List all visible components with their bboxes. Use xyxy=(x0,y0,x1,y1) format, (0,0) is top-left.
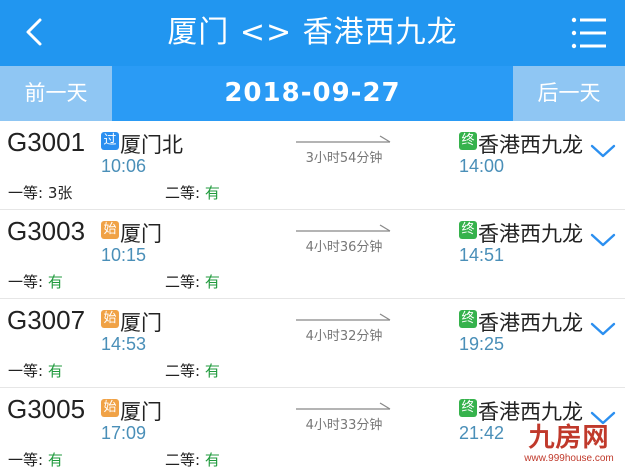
list-menu-icon xyxy=(571,17,606,49)
train-number: G3005 xyxy=(7,394,86,424)
terminal-station-badge: 终 xyxy=(459,221,477,239)
arrival-time: 14:00 xyxy=(459,156,505,176)
second-class-seats: 二等: 有 xyxy=(165,449,220,470)
arrow-right-icon xyxy=(296,135,391,143)
first-class-availability: 有 xyxy=(47,273,63,291)
terminal-station-badge: 终 xyxy=(459,132,477,150)
arrival-time: 19:25 xyxy=(459,334,505,354)
arrow-right-icon xyxy=(296,224,391,232)
second-class-label: 二等: xyxy=(165,184,201,202)
first-class-label: 一等: xyxy=(8,184,44,202)
second-class-label: 二等: xyxy=(165,451,201,469)
menu-button[interactable] xyxy=(569,14,609,52)
watermark-logo: 九房网 www.999house.com xyxy=(519,423,619,467)
arrival-station: 香港西九龙 xyxy=(478,400,583,424)
origin-station-badge: 始 xyxy=(101,310,119,328)
arrow-right-icon xyxy=(296,402,391,410)
arrival-station: 香港西九龙 xyxy=(478,222,583,246)
pass-station-badge: 过 xyxy=(101,132,119,150)
first-class-seats: 一等: 有 xyxy=(8,271,63,292)
first-class-seats: 一等: 3张 xyxy=(8,182,72,203)
date-bar: 前一天 2018-09-27 后一天 xyxy=(0,66,625,121)
prev-day-button[interactable]: 前一天 xyxy=(0,66,112,121)
second-class-label: 二等: xyxy=(165,273,201,291)
first-class-label: 一等: xyxy=(8,451,44,469)
departure-time: 10:15 xyxy=(101,245,147,265)
second-class-seats: 二等: 有 xyxy=(165,360,220,381)
departure-station: 厦门北 xyxy=(120,133,183,157)
arrival-station: 香港西九龙 xyxy=(478,311,583,335)
app-header: 厦门 <> 香港西九龙 xyxy=(0,0,625,66)
travel-duration: 4小时32分钟 xyxy=(305,329,383,344)
watermark-url: www.999house.com xyxy=(524,453,614,464)
origin-station-badge: 始 xyxy=(101,221,119,239)
first-class-availability: 有 xyxy=(47,362,63,380)
travel-duration: 4小时33分钟 xyxy=(305,418,383,433)
arrow-right-icon xyxy=(296,313,391,321)
arrival-time: 14:51 xyxy=(459,245,505,265)
second-class-seats: 二等: 有 xyxy=(165,271,220,292)
arrival-time: 21:42 xyxy=(459,423,505,443)
departure-time: 14:53 xyxy=(101,334,147,354)
first-class-availability: 3张 xyxy=(47,184,73,202)
second-class-seats: 二等: 有 xyxy=(165,182,220,203)
arrival-station: 香港西九龙 xyxy=(478,133,583,157)
page-title: 厦门 <> 香港西九龙 xyxy=(167,15,458,50)
selected-date[interactable]: 2018-09-27 xyxy=(112,66,513,121)
train-row[interactable]: G3001 过 厦门北 10:06 3小时54分钟 终 香港西九龙 14:00 … xyxy=(0,121,625,210)
first-class-seats: 一等: 有 xyxy=(8,449,63,470)
next-day-button[interactable]: 后一天 xyxy=(513,66,625,121)
second-class-availability: 有 xyxy=(204,362,220,380)
terminal-station-badge: 终 xyxy=(459,310,477,328)
departure-time: 10:06 xyxy=(101,156,147,176)
first-class-availability: 有 xyxy=(47,451,63,469)
first-class-label: 一等: xyxy=(8,362,44,380)
train-number: G3001 xyxy=(7,127,86,157)
departure-station: 厦门 xyxy=(120,311,162,335)
second-class-availability: 有 xyxy=(204,451,220,469)
train-row[interactable]: G3007 始 厦门 14:53 4小时32分钟 终 香港西九龙 19:25 一… xyxy=(0,299,625,388)
travel-duration: 3小时54分钟 xyxy=(305,151,383,166)
departure-station: 厦门 xyxy=(120,222,162,246)
second-class-availability: 有 xyxy=(204,184,220,202)
train-number: G3007 xyxy=(7,305,86,335)
second-class-availability: 有 xyxy=(204,273,220,291)
departure-station: 厦门 xyxy=(120,400,162,424)
watermark-logo-text: 九房网 xyxy=(528,423,610,453)
terminal-station-badge: 终 xyxy=(459,399,477,417)
chevron-down-icon[interactable] xyxy=(590,321,616,337)
travel-duration: 4小时36分钟 xyxy=(305,240,383,255)
train-number: G3003 xyxy=(7,216,86,246)
chevron-down-icon[interactable] xyxy=(590,143,616,159)
origin-station-badge: 始 xyxy=(101,399,119,417)
second-class-label: 二等: xyxy=(165,362,201,380)
train-row[interactable]: G3003 始 厦门 10:15 4小时36分钟 终 香港西九龙 14:51 一… xyxy=(0,210,625,299)
departure-time: 17:09 xyxy=(101,423,147,443)
first-class-seats: 一等: 有 xyxy=(8,360,63,381)
first-class-label: 一等: xyxy=(8,273,44,291)
chevron-down-icon[interactable] xyxy=(590,232,616,248)
